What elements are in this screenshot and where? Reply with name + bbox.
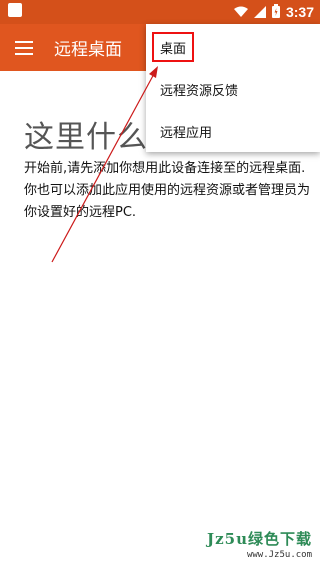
hamburger-menu-icon[interactable] <box>10 34 38 62</box>
watermark-title: Jz5u绿色下载 <box>207 530 312 548</box>
notification-app-icon <box>8 3 22 17</box>
empty-state-heading: 这里什么 <box>24 120 148 155</box>
menu-item-label: 桌面 <box>160 41 187 57</box>
menu-item-remote-resource-feed[interactable]: 远程资源反馈 <box>146 68 320 110</box>
signal-icon <box>253 3 266 22</box>
watermark-url: www.Jz5u.com <box>246 550 312 560</box>
menu-item-label: 远程资源反馈 <box>160 83 239 99</box>
app-title: 远程桌面 <box>54 40 122 60</box>
menu-item-label: 远程应用 <box>160 125 213 141</box>
menu-item-remote-apps[interactable]: 远程应用 <box>146 110 320 152</box>
battery-icon <box>271 3 280 22</box>
watermark: Jz5u绿色下载 www.Jz5u.com <box>207 528 312 560</box>
empty-state-description: 开始前,请先添加你想用此设备连接至的远程桌面.你也可以添加此应用使用的远程资源或… <box>24 161 311 220</box>
wifi-icon <box>233 3 248 22</box>
menu-item-desktop[interactable]: 桌面 <box>146 26 320 68</box>
status-icons: 3:37 <box>233 0 314 24</box>
dropdown-menu: 桌面 远程资源反馈 远程应用 <box>146 24 320 152</box>
clock: 3:37 <box>285 4 314 20</box>
status-bar: 3:37 <box>0 0 320 24</box>
